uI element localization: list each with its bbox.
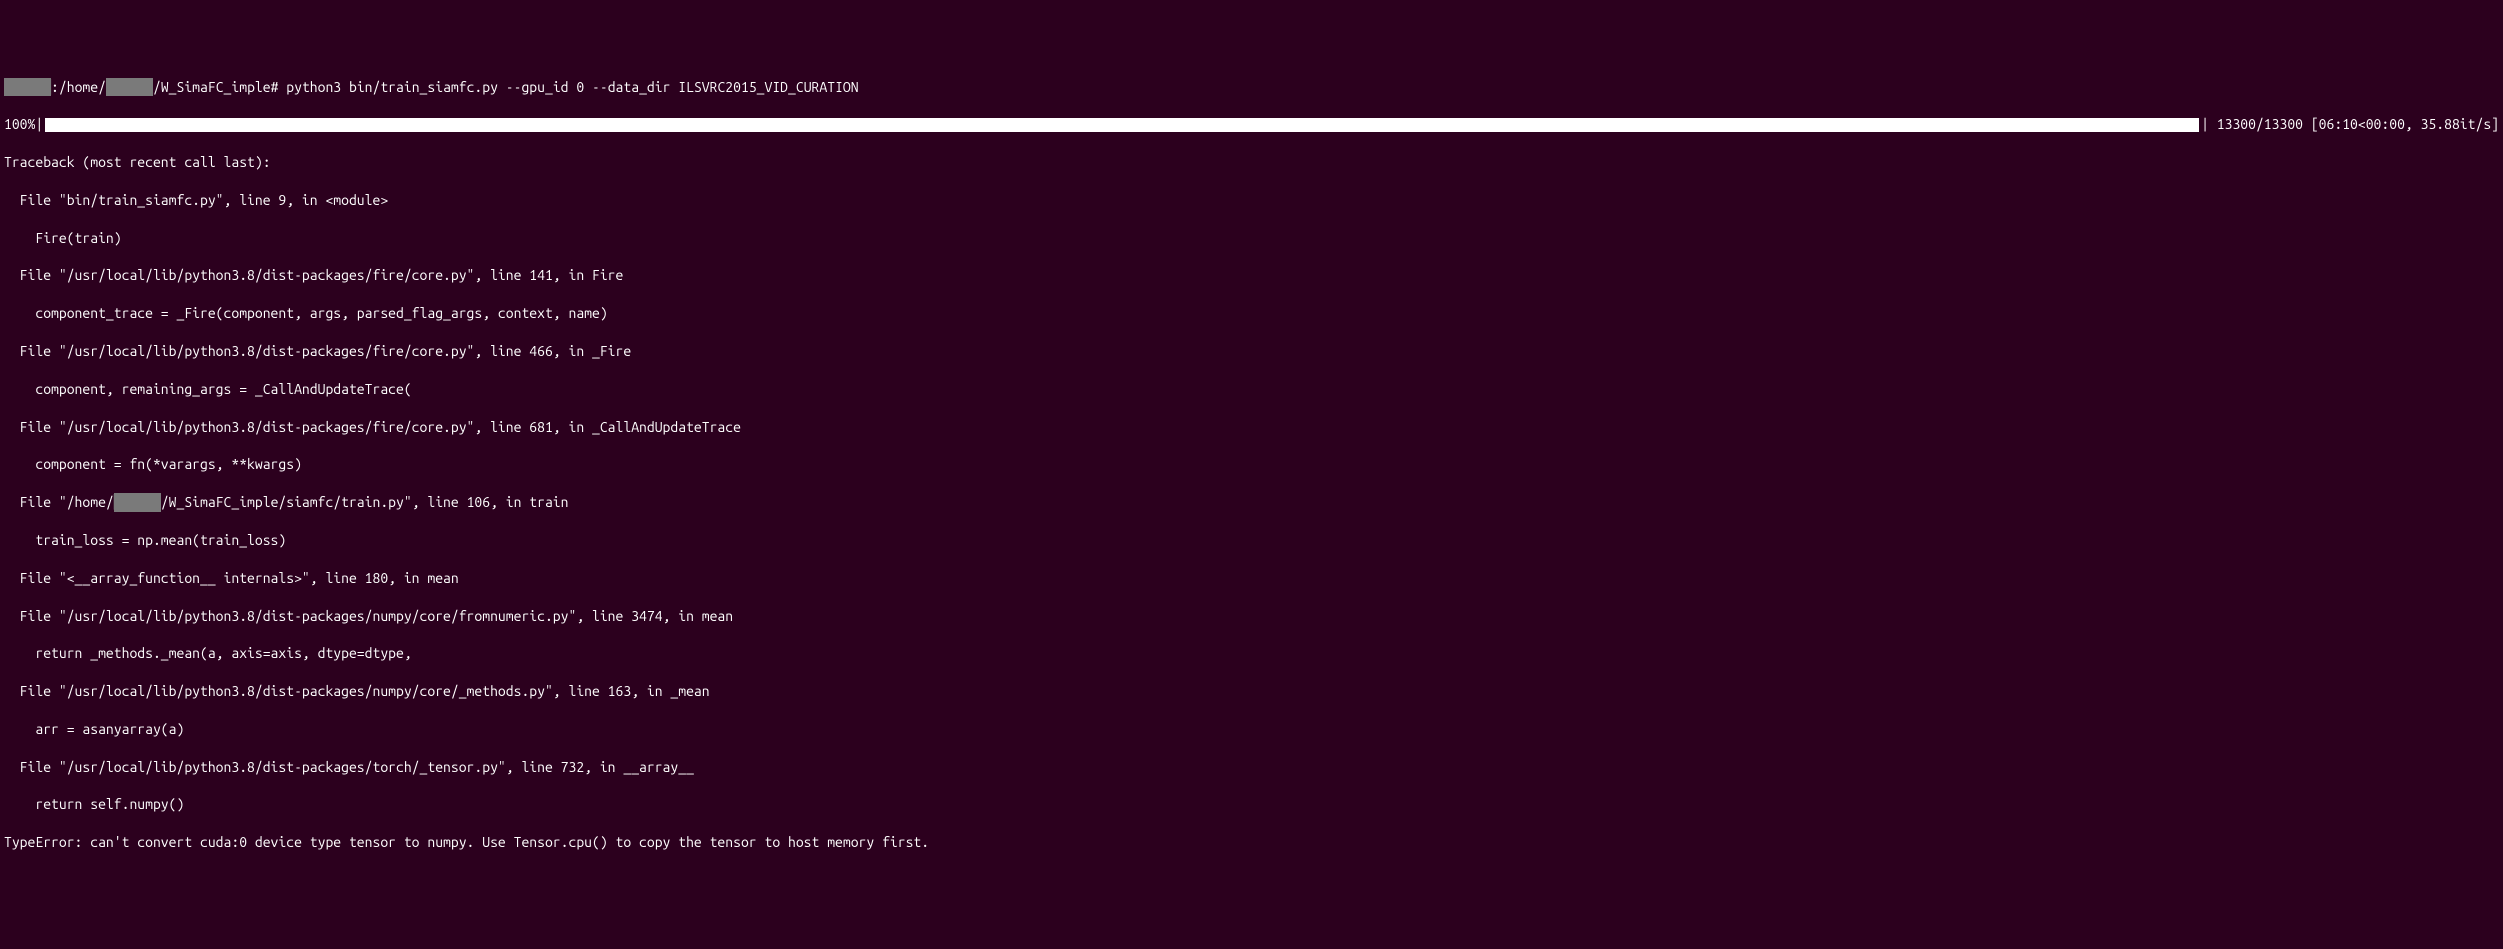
progress-stats: | 13300/13300 [06:10<00:00, 35.88it/s]: [2201, 115, 2499, 134]
frame-file-part2: /W_SimaFC_imple/siamfc/train.py", line 1…: [161, 494, 569, 510]
progress-bar-line: 100%| | 13300/13300 [06:10<00:00, 35.88it…: [4, 115, 2499, 134]
traceback-header: Traceback (most recent call last):: [4, 153, 2499, 172]
traceback-frame-file: File "/usr/local/lib/python3.8/dist-pack…: [4, 607, 2499, 626]
terminal-prompt-line: ██████:/home/██████/W_SimaFC_imple# pyth…: [4, 78, 2499, 97]
redacted-user: ██████: [106, 78, 153, 97]
traceback-frame-code: return self.numpy(): [4, 795, 2499, 814]
traceback-frame-code: Fire(train): [4, 229, 2499, 248]
traceback-frame-code: component_trace = _Fire(component, args,…: [4, 304, 2499, 323]
progress-percent: 100%: [4, 115, 35, 134]
traceback-frame-code: return _methods._mean(a, axis=axis, dtyp…: [4, 644, 2499, 663]
traceback-frame-code: component, remaining_args = _CallAndUpda…: [4, 380, 2499, 399]
error-message: TypeError: can't convert cuda:0 device t…: [4, 833, 2499, 852]
traceback-frame-file: File "bin/train_siamfc.py", line 9, in <…: [4, 191, 2499, 210]
redacted-path: ██████: [114, 493, 161, 512]
traceback-frame-file: File "/usr/local/lib/python3.8/dist-pack…: [4, 418, 2499, 437]
redacted-prefix: ██████: [4, 78, 51, 97]
traceback-frame-file: File "/usr/local/lib/python3.8/dist-pack…: [4, 342, 2499, 361]
prompt-path-1: :/home/: [51, 79, 106, 95]
traceback-frame-file: File "/usr/local/lib/python3.8/dist-pack…: [4, 758, 2499, 777]
traceback-frame-file: File "/usr/local/lib/python3.8/dist-pack…: [4, 266, 2499, 285]
command-text: python3 bin/train_siamfc.py --gpu_id 0 -…: [286, 79, 858, 95]
traceback-frame-code: component = fn(*varargs, **kwargs): [4, 455, 2499, 474]
prompt-path-2: /W_SimaFC_imple#: [153, 79, 286, 95]
progress-bar-fill: [45, 118, 2199, 132]
progress-bar-start: |: [35, 115, 43, 134]
frame-file-part1: File "/home/: [4, 494, 114, 510]
traceback-frame-code: arr = asanyarray(a): [4, 720, 2499, 739]
traceback-frame-code: train_loss = np.mean(train_loss): [4, 531, 2499, 550]
traceback-frame-file: File "<__array_function__ internals>", l…: [4, 569, 2499, 588]
traceback-frame-file: File "/usr/local/lib/python3.8/dist-pack…: [4, 682, 2499, 701]
traceback-frame-file: File "/home/██████/W_SimaFC_imple/siamfc…: [4, 493, 2499, 512]
